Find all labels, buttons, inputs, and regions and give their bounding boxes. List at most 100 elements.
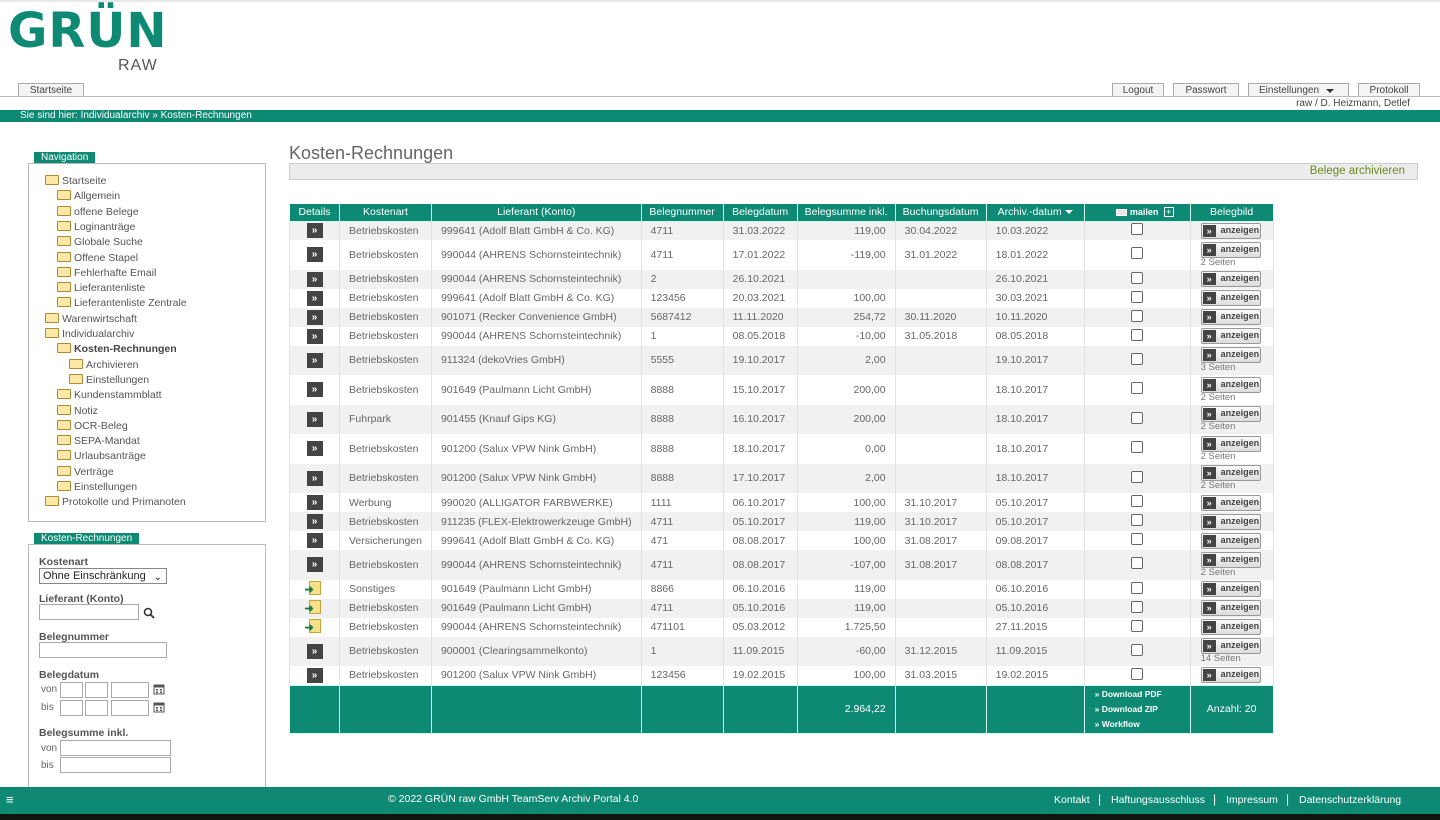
- view-button[interactable]: » anzeigen: [1200, 376, 1261, 393]
- nav-item[interactable]: Warenwirtschaft: [45, 312, 137, 327]
- document-arrow-icon[interactable]: ➜: [305, 580, 325, 596]
- view-button[interactable]: » anzeigen: [1200, 581, 1261, 597]
- details-button[interactable]: »: [306, 411, 323, 427]
- nav-item[interactable]: OCR-Beleg: [57, 419, 128, 434]
- details-button[interactable]: »: [306, 643, 323, 659]
- download-pdf-link[interactable]: » Download PDF: [1095, 687, 1190, 702]
- nav-item[interactable]: Fehlerhafte Email: [57, 266, 156, 281]
- nav-item[interactable]: Individualarchiv: [45, 327, 134, 342]
- view-button[interactable]: » anzeigen: [1200, 667, 1261, 684]
- view-button[interactable]: » anzeigen: [1200, 290, 1261, 306]
- belegdatum-to-year[interactable]: [111, 700, 149, 716]
- details-button[interactable]: »: [306, 441, 323, 457]
- mail-checkbox[interactable]: [1131, 667, 1144, 680]
- view-button[interactable]: » anzeigen: [1200, 222, 1261, 239]
- tab-startseite[interactable]: Startseite: [18, 83, 84, 97]
- logout-button[interactable]: Logout: [1112, 83, 1164, 97]
- kostenart-select[interactable]: Ohne Einschränkung ⌄: [39, 568, 167, 584]
- view-button[interactable]: » anzeigen: [1200, 406, 1261, 423]
- details-button[interactable]: »: [306, 514, 323, 529]
- nav-item[interactable]: Kosten-Rechnungen: [57, 342, 177, 357]
- document-arrow-icon[interactable]: ➜: [305, 599, 325, 615]
- view-button[interactable]: » anzeigen: [1200, 309, 1261, 325]
- mail-checkbox[interactable]: [1131, 290, 1144, 303]
- mail-checkbox[interactable]: [1131, 495, 1144, 507]
- mail-checkbox[interactable]: [1131, 271, 1144, 284]
- footer-link-datenschutz[interactable]: Datenschutzerklärung: [1299, 794, 1401, 806]
- belegnummer-input[interactable]: [39, 642, 167, 658]
- belegdatum-from-day[interactable]: [60, 682, 83, 698]
- expand-plus-icon[interactable]: +: [1163, 207, 1174, 217]
- password-button[interactable]: Passwort: [1173, 83, 1239, 97]
- details-button[interactable]: »: [306, 328, 323, 344]
- belegsumme-to-input[interactable]: [60, 757, 171, 773]
- menu-icon[interactable]: ≡: [6, 792, 14, 807]
- details-button[interactable]: »: [306, 309, 323, 325]
- footer-link-impressum[interactable]: Impressum: [1226, 794, 1278, 806]
- view-button[interactable]: » anzeigen: [1200, 532, 1261, 549]
- workflow-link[interactable]: » Workflow: [1095, 717, 1190, 732]
- mail-checkbox[interactable]: [1131, 309, 1144, 322]
- belegsumme-from-input[interactable]: [60, 740, 171, 756]
- nav-item[interactable]: Lieferantenliste: [57, 281, 145, 296]
- protocol-button[interactable]: Protokoll: [1358, 83, 1420, 97]
- details-button[interactable]: »: [306, 290, 323, 306]
- details-button[interactable]: »: [306, 533, 323, 548]
- mail-checkbox[interactable]: [1131, 328, 1144, 341]
- mail-checkbox[interactable]: [1131, 247, 1144, 260]
- view-button[interactable]: » anzeigen: [1200, 271, 1261, 287]
- archive-link[interactable]: Belege archivieren: [1310, 165, 1405, 177]
- nav-item[interactable]: Protokolle und Primanoten: [45, 495, 186, 510]
- lieferant-input[interactable]: [39, 604, 139, 620]
- details-button[interactable]: »: [306, 382, 323, 398]
- nav-item[interactable]: Einstellungen: [69, 373, 149, 388]
- view-button[interactable]: » anzeigen: [1200, 513, 1261, 530]
- details-button[interactable]: »: [306, 495, 323, 510]
- settings-dropdown[interactable]: Einstellungen: [1248, 83, 1349, 97]
- col-kostenart[interactable]: Kostenart: [339, 204, 432, 222]
- mail-checkbox[interactable]: [1131, 533, 1144, 545]
- view-button[interactable]: » anzeigen: [1200, 465, 1261, 482]
- footer-link-haftungsausschluss[interactable]: Haftungsausschluss: [1111, 794, 1205, 806]
- nav-item[interactable]: Kundenstammblatt: [57, 388, 162, 403]
- view-button[interactable]: » anzeigen: [1200, 494, 1261, 511]
- details-button[interactable]: »: [306, 557, 323, 573]
- nav-item[interactable]: Offene Stapel: [57, 251, 138, 266]
- mail-checkbox[interactable]: [1131, 441, 1144, 454]
- mail-checkbox[interactable]: [1131, 643, 1144, 656]
- details-button[interactable]: »: [306, 352, 323, 368]
- mail-checkbox[interactable]: [1131, 382, 1144, 395]
- nav-item[interactable]: Loginanträge: [57, 220, 135, 235]
- view-button[interactable]: » anzeigen: [1200, 328, 1261, 344]
- details-button[interactable]: »: [306, 247, 323, 263]
- mail-checkbox[interactable]: [1131, 470, 1144, 483]
- col-lieferant[interactable]: Lieferant (Konto): [430, 204, 642, 222]
- col-belegnummer[interactable]: Belegnummer: [640, 204, 724, 222]
- view-button[interactable]: » anzeigen: [1200, 435, 1261, 452]
- footer-link-kontakt[interactable]: Kontakt: [1054, 794, 1090, 806]
- calendar-icon[interactable]: [153, 701, 165, 713]
- belegdatum-to-day[interactable]: [60, 700, 83, 716]
- nav-item[interactable]: Archivieren: [69, 358, 139, 373]
- view-button[interactable]: » anzeigen: [1200, 347, 1261, 364]
- details-button[interactable]: »: [306, 223, 323, 239]
- view-button[interactable]: » anzeigen: [1200, 551, 1261, 568]
- search-icon[interactable]: [143, 607, 155, 619]
- details-button[interactable]: »: [306, 667, 323, 683]
- mail-checkbox[interactable]: [1131, 352, 1144, 365]
- details-button[interactable]: »: [306, 271, 323, 287]
- col-archivdatum[interactable]: Archiv.-datum: [985, 204, 1085, 222]
- nav-item[interactable]: Urlaubsanträge: [57, 449, 146, 464]
- col-belegdatum[interactable]: Belegdatum: [722, 204, 798, 222]
- download-zip-link[interactable]: » Download ZIP: [1095, 702, 1190, 717]
- nav-item[interactable]: Globale Suche: [57, 235, 143, 250]
- belegdatum-from-year[interactable]: [111, 682, 149, 698]
- mail-checkbox[interactable]: [1131, 619, 1144, 632]
- mail-checkbox[interactable]: [1131, 557, 1144, 570]
- mail-checkbox[interactable]: [1131, 581, 1144, 594]
- view-button[interactable]: » anzeigen: [1200, 638, 1261, 655]
- view-button[interactable]: » anzeigen: [1200, 600, 1261, 616]
- nav-item[interactable]: SEPA-Mandat: [57, 434, 140, 449]
- nav-item[interactable]: Allgemein: [57, 189, 120, 204]
- nav-item[interactable]: offene Belege: [57, 205, 139, 220]
